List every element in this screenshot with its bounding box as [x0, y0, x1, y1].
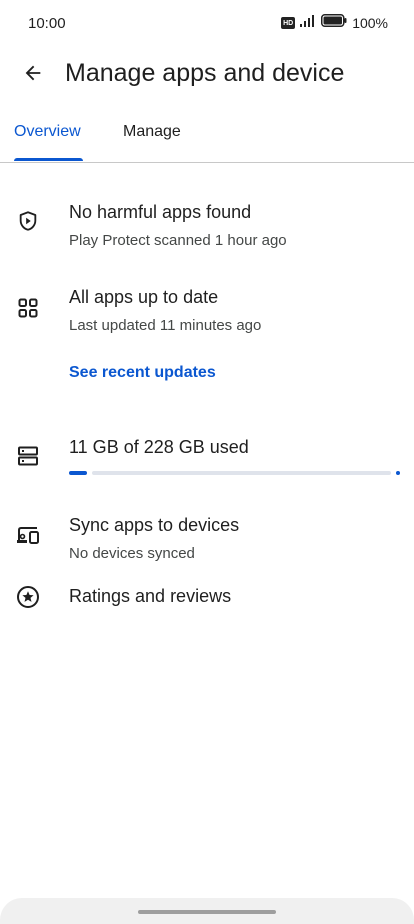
battery-icon [321, 14, 347, 32]
arrow-back-icon [22, 62, 44, 89]
star-circle-icon [15, 584, 41, 610]
sync-title: Sync apps to devices [69, 515, 240, 535]
storage-icon [15, 443, 41, 469]
tab-bar: Overview Manage [0, 115, 414, 163]
storage-title: 11 GB of 228 GB used [69, 437, 249, 457]
tab-indicator [14, 158, 83, 161]
protect-subtitle: Play Protect scanned 1 hour ago [69, 232, 287, 249]
ratings-reviews-row[interactable]: Ratings and reviews [0, 575, 414, 620]
storage-end-dot [396, 471, 400, 475]
tab-overview[interactable]: Overview [14, 123, 81, 141]
app-bar: Manage apps and device [0, 50, 414, 100]
ratings-title: Ratings and reviews [69, 586, 232, 606]
protect-title: No harmful apps found [69, 202, 252, 222]
storage-used-fill [69, 471, 87, 475]
play-protect-row[interactable]: No harmful apps found Play Protect scann… [0, 190, 414, 260]
back-button[interactable] [18, 60, 48, 90]
home-handle[interactable] [138, 910, 276, 914]
storage-progress-bar [69, 470, 400, 476]
gesture-nav-bar [0, 898, 414, 924]
devices-icon [15, 523, 41, 549]
status-time: 10:00 [28, 15, 66, 32]
tab-manage[interactable]: Manage [123, 123, 181, 141]
sync-devices-row[interactable]: Sync apps to devices No devices synced [0, 503, 414, 573]
page-title: Manage apps and device [65, 59, 345, 87]
storage-free-track [92, 471, 391, 475]
app-updates-row[interactable]: All apps up to date Last updated 11 minu… [0, 275, 414, 345]
updates-title: All apps up to date [69, 287, 219, 307]
storage-row[interactable]: 11 GB of 228 GB used [0, 425, 414, 490]
updates-subtitle: Last updated 11 minutes ago [69, 317, 262, 334]
apps-grid-icon [15, 295, 41, 321]
play-protect-shield-icon [15, 208, 41, 234]
signal-icon [300, 14, 316, 32]
status-icons: HD 100% [281, 14, 388, 32]
see-recent-updates-link[interactable]: See recent updates [69, 364, 216, 382]
status-bar: 10:00 HD 100% [0, 0, 414, 50]
battery-percent: 100% [352, 15, 388, 31]
sync-subtitle: No devices synced [69, 545, 195, 562]
hd-badge: HD [281, 17, 296, 29]
